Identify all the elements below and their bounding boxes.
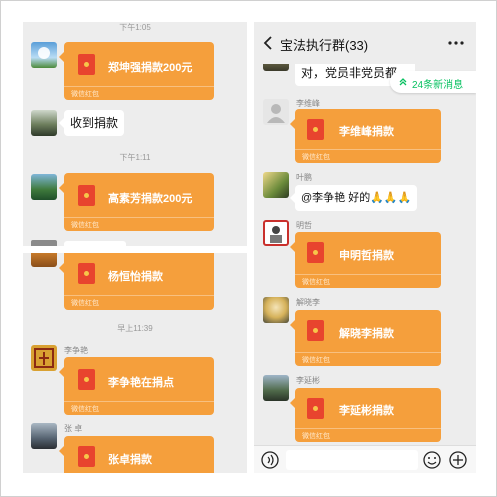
- red-envelope-icon: [78, 263, 95, 284]
- red-packet-title: 申明哲捐款: [339, 250, 394, 262]
- red-packet-title: 杨恒怡捐款: [108, 271, 163, 283]
- red-envelope-icon: [78, 446, 95, 467]
- chevron-left-icon[interactable]: [262, 36, 274, 50]
- double-chevron-up-icon: [399, 78, 407, 86]
- text-message[interactable]: @李争艳 好的🙏🙏🙏: [289, 185, 418, 211]
- chat-header: 宝法执行群(33): [254, 22, 476, 64]
- avatar[interactable]: [263, 297, 289, 323]
- sender-name: 叶鹏: [296, 173, 312, 182]
- divider: [64, 217, 214, 218]
- chat-panel-top-left: 下午1:05 郑坤强捐款200元 微信红包 收到捐款 下午1:11 高素芳捐款2…: [23, 22, 247, 246]
- sender-name: 李维峰: [296, 99, 320, 108]
- avatar[interactable]: [31, 42, 57, 68]
- sender-name: 李延彬: [296, 376, 320, 385]
- collage-frame: 下午1:05 郑坤强捐款200元 微信红包 收到捐款 下午1:11 高素芳捐款2…: [0, 0, 497, 497]
- avatar-partial: [31, 240, 57, 246]
- emoji-icon[interactable]: [422, 450, 442, 470]
- red-packet-footer: 微信红包: [71, 300, 99, 307]
- avatar[interactable]: [31, 423, 57, 449]
- divider: [64, 401, 214, 402]
- sender-name: 解晓李: [296, 298, 320, 307]
- red-packet[interactable]: 解晓李捐款 微信红包: [290, 310, 441, 366]
- divider: [64, 86, 214, 87]
- sender-name: 张 卓: [64, 424, 83, 433]
- red-envelope-icon: [307, 398, 324, 419]
- text-message[interactable]: 收到捐款: [58, 110, 125, 136]
- red-packet-footer: 微信红包: [302, 154, 330, 161]
- divider: [295, 428, 441, 429]
- avatar[interactable]: [263, 172, 289, 198]
- red-packet-footer: 微信红包: [302, 279, 330, 286]
- red-envelope-icon: [307, 320, 324, 341]
- red-envelope-icon: [78, 185, 95, 206]
- divider: [295, 352, 441, 353]
- avatar-image: [34, 348, 54, 368]
- red-envelope-icon: [307, 119, 324, 140]
- red-packet[interactable]: 申明哲捐款 微信红包: [290, 232, 441, 288]
- red-packet-title: 郑坤强捐款200元: [108, 62, 193, 74]
- divider: [295, 149, 441, 150]
- red-packet[interactable]: 杨恒怡捐款 微信红包: [59, 253, 214, 310]
- avatar[interactable]: [31, 174, 57, 200]
- chat-panel-bottom-left: 杨恒怡捐款 微信红包 早上11:39 李争艳 李争艳在捐点 微信红包 张 卓 张…: [23, 253, 247, 473]
- avatar[interactable]: [31, 253, 57, 267]
- avatar-image: [270, 226, 282, 243]
- timestamp: 早上11:39: [117, 324, 153, 333]
- red-packet-title: 张卓捐款: [108, 454, 152, 466]
- sender-name: 李争艳: [64, 346, 88, 355]
- red-packet-title: 李延彬捐款: [339, 405, 394, 417]
- red-packet[interactable]: 郑坤强捐款200元 微信红包: [59, 42, 214, 100]
- red-envelope-icon: [307, 242, 324, 263]
- avatar[interactable]: [263, 220, 289, 246]
- timestamp: 下午1:11: [119, 153, 151, 162]
- avatar[interactable]: [31, 110, 57, 136]
- red-packet[interactable]: 李争艳在捐点 微信红包: [59, 357, 214, 415]
- timestamp: 下午1:05: [119, 23, 151, 32]
- divider: [295, 274, 441, 275]
- red-packet-footer: 微信红包: [71, 406, 99, 413]
- chat-title: 宝法执行群(33): [280, 38, 369, 53]
- red-packet-footer: 微信红包: [302, 433, 330, 440]
- divider: [64, 295, 214, 296]
- avatar[interactable]: [263, 375, 289, 401]
- avatar-image: [38, 47, 50, 59]
- red-envelope-icon: [78, 369, 95, 390]
- red-packet-footer: 微信红包: [71, 222, 99, 229]
- red-packet-footer: 微信红包: [71, 91, 99, 98]
- new-messages-text: 24条新消息: [412, 80, 464, 91]
- plus-icon[interactable]: [448, 450, 468, 470]
- more-icon[interactable]: [448, 40, 464, 46]
- red-packet-footer: 微信红包: [302, 357, 330, 364]
- red-packet[interactable]: 李维峰捐款 微信红包: [290, 109, 441, 163]
- message-input[interactable]: [286, 450, 418, 470]
- voice-icon[interactable]: [260, 450, 280, 470]
- red-packet[interactable]: 张卓捐款: [59, 436, 214, 473]
- red-packet-title: 解晓李捐款: [339, 328, 394, 340]
- red-packet[interactable]: 李延彬捐款 微信红包: [290, 388, 441, 442]
- red-packet-title: 高素芳捐款200元: [108, 193, 193, 205]
- input-bar: [254, 445, 476, 473]
- avatar[interactable]: [31, 345, 57, 371]
- red-packet-title: 李争艳在捐点: [108, 377, 174, 389]
- sender-name: 明哲: [296, 221, 312, 230]
- red-packet[interactable]: 高素芳捐款200元 微信红包: [59, 173, 214, 231]
- chat-panel-right: 对，党员非党员都 24条新消息 李维峰 李维峰捐款 微信红包 叶鹏 @李争艳 好…: [254, 22, 476, 473]
- new-messages-badge[interactable]: 24条新消息: [390, 71, 476, 93]
- bubble-partial: [64, 241, 126, 246]
- avatar[interactable]: [263, 99, 289, 125]
- default-avatar-icon: [267, 104, 285, 123]
- red-packet-title: 李维峰捐款: [339, 126, 394, 138]
- red-envelope-icon: [78, 54, 95, 75]
